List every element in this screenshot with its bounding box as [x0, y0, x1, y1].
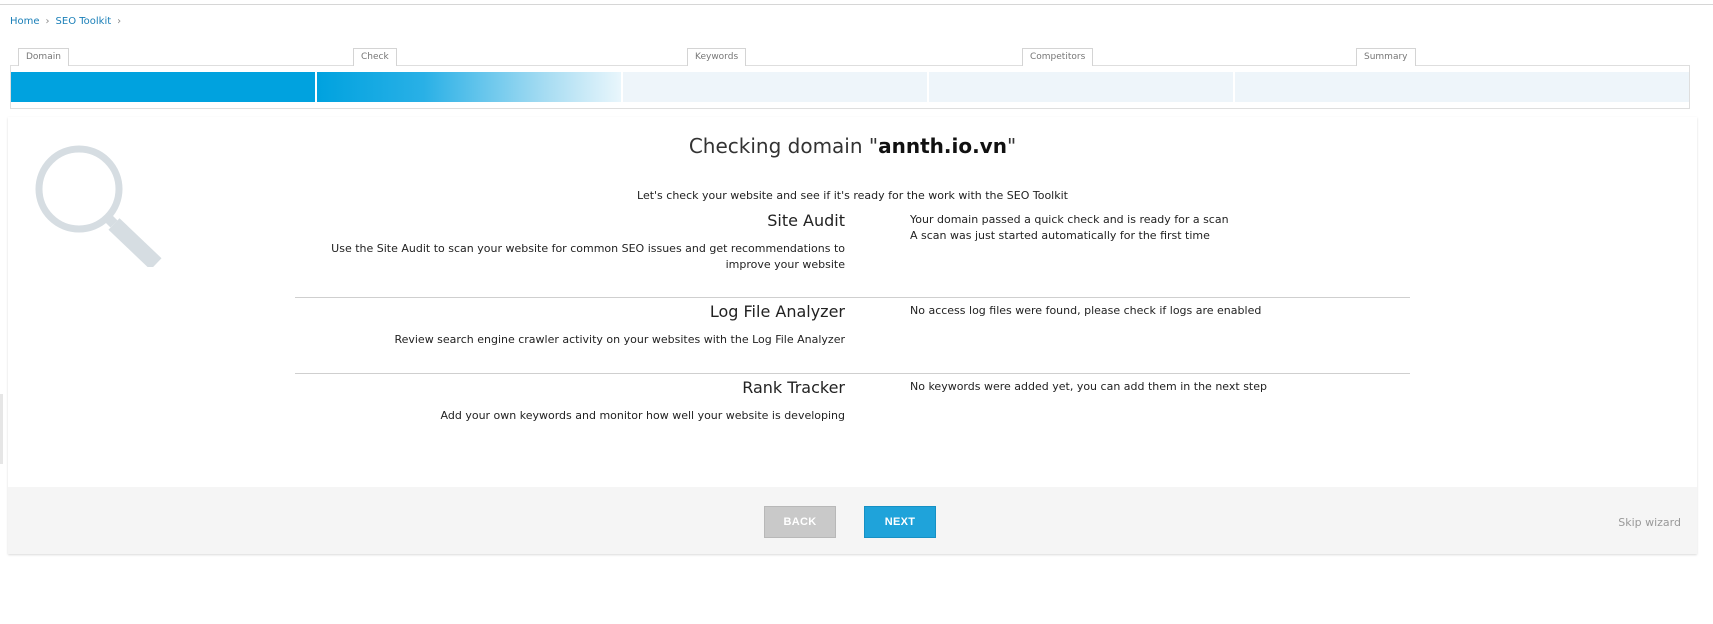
- tool-description: Use the Site Audit to scan your website …: [331, 242, 845, 271]
- title-prefix: Checking domain ": [688, 134, 879, 158]
- tool-status: No access log files were found, please c…: [910, 303, 1410, 319]
- tool-status-line: Your domain passed a quick check and is …: [910, 213, 1229, 226]
- skip-wizard-link[interactable]: Skip wizard: [1618, 516, 1681, 529]
- step-tab-domain: Domain: [18, 48, 69, 66]
- left-edge-handle: [0, 394, 3, 464]
- progress-segment-competitors: [929, 72, 1233, 102]
- breadcrumb-seo-toolkit-link[interactable]: SEO Toolkit: [56, 16, 112, 27]
- tool-status-line: No access log files were found, please c…: [910, 304, 1262, 317]
- back-button[interactable]: BACK: [764, 506, 836, 538]
- check-panel: Checking domain "annth.io.vn" Let's chec…: [8, 117, 1697, 554]
- tool-name: Log File Analyzer: [709, 302, 845, 321]
- chevron-right-icon: ›: [45, 16, 50, 27]
- tool-description: Add your own keywords and monitor how we…: [440, 409, 845, 422]
- step-tab-summary: Summary: [1356, 48, 1416, 66]
- tool-row-log-file-analyzer: Log File Analyzer Review search engine c…: [295, 302, 1410, 382]
- tool-status-line: A scan was just started automatically fo…: [910, 229, 1210, 242]
- progress-segment-summary: [1235, 72, 1689, 102]
- progress-segment-check: [317, 72, 621, 102]
- step-tab-competitors: Competitors: [1022, 48, 1094, 66]
- row-divider: [295, 373, 1410, 374]
- domain-name: annth.io.vn: [878, 134, 1007, 158]
- tool-row-site-audit: Site Audit Use the Site Audit to scan yo…: [295, 211, 1410, 301]
- progress-segment-domain: [11, 72, 315, 102]
- breadcrumb: Home › SEO Toolkit ›: [10, 16, 127, 27]
- wizard-progress: Domain Check Keywords Competitors Summar…: [10, 48, 1690, 109]
- tool-status-line: No keywords were added yet, you can add …: [910, 380, 1267, 393]
- magnifier-icon: [35, 145, 162, 267]
- chevron-right-icon: ›: [117, 16, 122, 27]
- progress-segment-keywords: [623, 72, 927, 102]
- wizard-progress-bar: [10, 65, 1690, 109]
- next-button[interactable]: NEXT: [864, 506, 936, 538]
- top-divider: [0, 4, 1713, 5]
- tool-name: Rank Tracker: [742, 378, 845, 397]
- breadcrumb-home-link[interactable]: Home: [10, 16, 40, 27]
- tool-row-rank-tracker: Rank Tracker Add your own keywords and m…: [295, 378, 1410, 438]
- row-divider: [295, 297, 1410, 298]
- tool-name: Site Audit: [767, 211, 845, 230]
- tool-status: No keywords were added yet, you can add …: [910, 379, 1410, 395]
- page-subtitle: Let's check your website and see if it's…: [637, 189, 1068, 202]
- tool-description: Review search engine crawler activity on…: [394, 333, 845, 346]
- step-tab-check: Check: [353, 48, 397, 66]
- title-suffix: ": [1006, 134, 1017, 158]
- tool-status: Your domain passed a quick check and is …: [910, 212, 1410, 244]
- wizard-footer: BACK NEXT Skip wizard: [8, 487, 1697, 554]
- step-tab-keywords: Keywords: [687, 48, 747, 66]
- page-title: Checking domain "annth.io.vn": [8, 134, 1697, 158]
